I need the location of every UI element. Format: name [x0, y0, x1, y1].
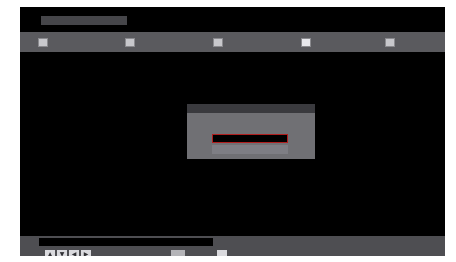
tab-4-label	[315, 38, 337, 47]
confirm-key-group	[171, 249, 189, 256]
window-title	[41, 16, 127, 25]
tab-1[interactable]	[38, 37, 74, 47]
tab-5[interactable]	[385, 37, 421, 47]
left-arrow-icon: ◀	[69, 249, 79, 256]
menu-icon	[301, 37, 311, 47]
confirm-dialog	[187, 104, 315, 159]
menu-icon	[125, 37, 135, 47]
back-key-group	[217, 249, 231, 256]
up-arrow-icon: ▲	[45, 249, 55, 256]
down-arrow-icon: ▼	[57, 249, 67, 256]
enter-key-icon	[171, 249, 185, 256]
right-arrow-icon: ▶	[81, 249, 91, 256]
dialog-button-primary[interactable]	[212, 134, 288, 143]
dialog-button-secondary[interactable]	[212, 145, 288, 154]
footer-caption	[39, 238, 213, 246]
tab-2[interactable]	[125, 37, 161, 47]
menu-icon	[38, 37, 48, 47]
tab-3-label	[227, 38, 249, 47]
menu-icon	[385, 37, 395, 47]
tab-5-label	[399, 38, 421, 47]
dialog-title	[187, 104, 315, 113]
tv-menu-screen: ▲ ▼ ◀ ▶	[20, 7, 445, 256]
tab-4[interactable]	[301, 37, 337, 47]
back-key-icon	[217, 249, 227, 256]
tab-3[interactable]	[213, 37, 249, 47]
menu-tab-bar	[20, 32, 445, 52]
tab-2-label	[139, 38, 161, 47]
tab-1-label	[52, 38, 74, 47]
navigation-key-group: ▲ ▼ ◀ ▶	[45, 249, 95, 256]
menu-icon	[213, 37, 223, 47]
